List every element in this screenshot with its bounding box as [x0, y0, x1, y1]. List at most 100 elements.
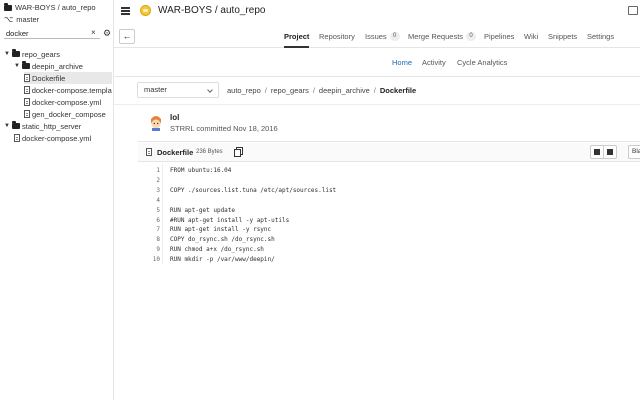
tree-item-label: static_http_server: [22, 121, 82, 131]
divider: [138, 141, 640, 142]
line-number[interactable]: 8: [138, 235, 160, 245]
tab-label: Repository: [319, 32, 355, 41]
divider: [114, 76, 640, 77]
breadcrumb-link[interactable]: auto_repo: [227, 86, 261, 95]
commit-avatar[interactable]: [148, 114, 164, 131]
sidebar-repo-title: WAR-BOYS / auto_repo: [15, 3, 96, 12]
code-text: RUN mkdir -p /var/www/deepin/: [170, 256, 275, 264]
raw-button[interactable]: [603, 145, 617, 159]
file-icon: [146, 148, 152, 156]
menu-icon[interactable]: [121, 7, 130, 15]
tab-repository[interactable]: Repository: [319, 32, 355, 41]
code-line: 5 RUN apt-get update: [138, 206, 235, 216]
code-text: FROM ubuntu:16.04: [170, 167, 232, 174]
tab-label: Project: [284, 32, 310, 41]
sidebar-branch-label: master: [16, 15, 40, 24]
chevron-down-icon[interactable]: ▼: [14, 63, 20, 69]
tab-wiki[interactable]: Wiki: [524, 32, 538, 41]
tree-file[interactable]: docker-compose.yml: [14, 132, 112, 144]
subtab-home[interactable]: Home: [392, 58, 412, 67]
project-title[interactable]: WAR-BOYS / auto_repo: [158, 5, 265, 16]
code-line: 8 COPY do_rsync.sh /do_rsync.sh: [138, 235, 274, 245]
file-filter-input[interactable]: [4, 28, 100, 39]
code-line: 7 RUN apt-get install -y rsync: [138, 225, 271, 235]
tab-label: Snippets: [548, 32, 578, 41]
tab-project[interactable]: Project: [284, 32, 310, 48]
window-icon[interactable]: [628, 6, 638, 15]
file-name: Dockerfile: [157, 148, 194, 157]
tree-item-label: docker-compose.yml: [22, 133, 92, 143]
code-text: COPY ./sources.list.tuna /etc/apt/source…: [170, 186, 337, 194]
tab-merge-requests[interactable]: Merge Requests 0: [408, 32, 477, 41]
file-header: Dockerfile 236 Bytes Bla: [138, 143, 640, 162]
breadcrumb: auto_repo / repo_gears / deepin_archive / Dock…: [227, 86, 416, 95]
file-icon: [607, 149, 613, 155]
tree-folder[interactable]: ▼ deepin_archive: [14, 60, 112, 72]
breadcrumb-link[interactable]: repo_gears: [271, 86, 309, 95]
back-button[interactable]: ←: [119, 29, 135, 44]
file-icon: [24, 110, 30, 118]
gear-icon[interactable]: ⚙: [103, 27, 111, 39]
breadcrumb-link[interactable]: deepin_archive: [319, 86, 370, 95]
line-number[interactable]: 1: [138, 166, 160, 176]
folder-icon: [12, 49, 20, 57]
code-view: 1 FROM ubuntu:16.04 2 3 COPY ./sources.list.…: [138, 164, 640, 274]
line-number[interactable]: 7: [138, 225, 160, 235]
tree-item-label: docker-compose.yml: [32, 97, 102, 107]
tree-file[interactable]: Dockerfile: [24, 72, 112, 84]
top-bar: WAR-BOYS / auto_repo: [114, 0, 640, 22]
line-number[interactable]: 6: [138, 216, 160, 226]
code-line: 3 COPY ./sources.list.tuna /etc/apt/sourc…: [138, 186, 336, 196]
sidebar-branch[interactable]: ⌥ master: [4, 15, 39, 24]
code-text: #RUN apt-get install -y apt-utils: [170, 216, 290, 224]
line-number[interactable]: 4: [138, 196, 160, 206]
line-number[interactable]: 10: [138, 255, 160, 265]
tree-file[interactable]: gen_docker_compose: [24, 108, 112, 120]
subtab-activity[interactable]: Activity: [422, 58, 446, 67]
tree-folder[interactable]: ▼ repo_gears: [4, 48, 112, 60]
tab-label: Settings: [587, 32, 615, 41]
tab-settings[interactable]: Settings: [587, 32, 614, 41]
blame-button[interactable]: Bla: [628, 145, 640, 159]
file-icon: [24, 98, 30, 106]
chevron-down-icon[interactable]: ▼: [4, 123, 10, 129]
subtab-cycle-analytics[interactable]: Cycle Analytics: [457, 58, 507, 67]
line-number[interactable]: 2: [138, 176, 160, 186]
code-text: RUN apt-get install -y rsync: [170, 226, 272, 234]
code-text: RUN apt-get update: [170, 206, 236, 214]
breadcrumb-separator: /: [264, 86, 267, 95]
line-number[interactable]: 5: [138, 206, 160, 216]
tab-label: Issues: [365, 32, 387, 41]
tab-issues[interactable]: Issues 0: [365, 32, 400, 41]
sidebar-header[interactable]: WAR-BOYS / auto_repo: [4, 2, 96, 12]
folder-icon: [22, 61, 30, 69]
tab-label: Merge Requests: [408, 32, 464, 41]
file-tree-sidebar: WAR-BOYS / auto_repo ⌥ master × ⚙ ▼repo_…: [0, 0, 114, 400]
chevron-down-icon[interactable]: ▼: [4, 51, 10, 57]
code-line: 9 RUN chmod a+x /do_rsync.sh: [138, 245, 264, 255]
copy-icon[interactable]: [234, 147, 243, 157]
tab-label: Pipelines: [484, 32, 515, 41]
line-number[interactable]: 9: [138, 245, 160, 255]
tree-file[interactable]: docker-compose.yml: [24, 96, 112, 108]
folder-icon: [12, 121, 20, 129]
commit-title[interactable]: lol: [170, 113, 179, 122]
tab-snippets[interactable]: Snippets: [548, 32, 577, 41]
file-size: 236 Bytes: [196, 149, 223, 155]
project-avatar[interactable]: [140, 5, 151, 16]
tree-file[interactable]: docker-compose.template: [24, 84, 112, 96]
file-icon: [24, 74, 30, 82]
line-number[interactable]: 3: [138, 186, 160, 196]
clear-filter-icon[interactable]: ×: [91, 27, 96, 39]
copy-source-button[interactable]: [590, 145, 604, 159]
tree-item-label: Dockerfile: [32, 73, 66, 83]
commit-meta: STRRL committed Nov 18, 2016: [170, 124, 278, 133]
tree-folder[interactable]: ▼ static_http_server: [4, 120, 112, 132]
tab-pipelines[interactable]: Pipelines: [484, 32, 514, 41]
code-line: 6 #RUN apt-get install -y apt-utils: [138, 216, 289, 226]
code-line: 2: [138, 176, 170, 186]
branch-select[interactable]: master: [137, 82, 219, 98]
tab-label: Wiki: [524, 32, 539, 41]
